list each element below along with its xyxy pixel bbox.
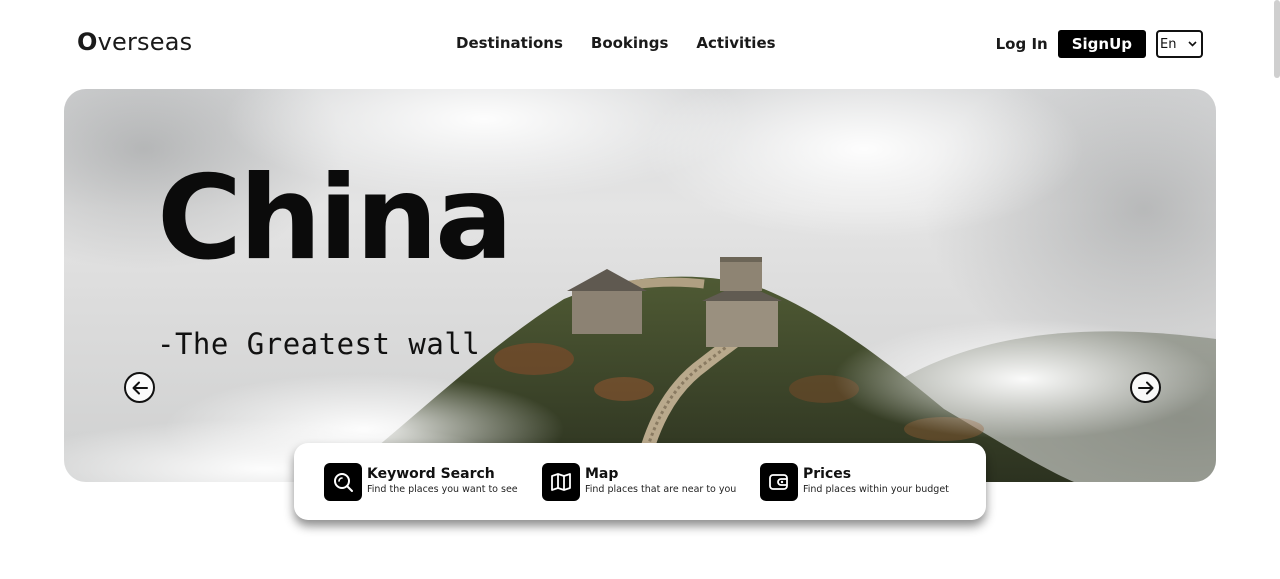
nav-activities[interactable]: Activities bbox=[696, 34, 775, 52]
wallet-icon bbox=[760, 462, 798, 501]
hero-title: China bbox=[157, 151, 513, 286]
carousel-prev-button[interactable] bbox=[124, 372, 155, 403]
arrow-right-icon bbox=[1137, 381, 1153, 394]
signup-button[interactable]: SignUp bbox=[1057, 30, 1146, 58]
hero-subtitle: -The Greatest wall bbox=[157, 327, 481, 361]
search-icon bbox=[324, 462, 362, 501]
feature-card: Keyword Search Find the places you want … bbox=[294, 443, 986, 520]
map-icon bbox=[542, 462, 580, 501]
main-nav: Destinations Bookings Activities bbox=[456, 34, 776, 52]
feature-map[interactable]: Map Find places that are near to you bbox=[542, 462, 760, 501]
chevron-down-icon bbox=[1188, 39, 1197, 50]
nav-destinations[interactable]: Destinations bbox=[456, 34, 563, 52]
arrow-left-icon bbox=[132, 381, 148, 394]
language-select[interactable]: En bbox=[1156, 30, 1203, 58]
feature-prices[interactable]: Prices Find places within your budget bbox=[760, 462, 978, 501]
site-header: Overseas Destinations Bookings Activitie… bbox=[0, 0, 1280, 88]
feature-title: Keyword Search bbox=[367, 466, 495, 482]
feature-title: Map bbox=[585, 466, 619, 482]
auth-controls: Log In SignUp En bbox=[996, 30, 1203, 58]
hero-carousel: China -The Greatest wall bbox=[64, 89, 1216, 482]
nav-bookings[interactable]: Bookings bbox=[591, 34, 669, 52]
feature-title: Prices bbox=[803, 466, 852, 482]
carousel-next-button[interactable] bbox=[1130, 372, 1161, 403]
feature-description: Find places within your budget bbox=[803, 484, 949, 495]
language-select-value: En bbox=[1160, 36, 1177, 52]
feature-keyword-search[interactable]: Keyword Search Find the places you want … bbox=[324, 462, 542, 501]
login-button[interactable]: Log In bbox=[996, 35, 1048, 53]
brand-logo[interactable]: Overseas bbox=[77, 28, 192, 56]
feature-description: Find places that are near to you bbox=[585, 484, 737, 495]
feature-description: Find the places you want to see bbox=[367, 484, 518, 495]
